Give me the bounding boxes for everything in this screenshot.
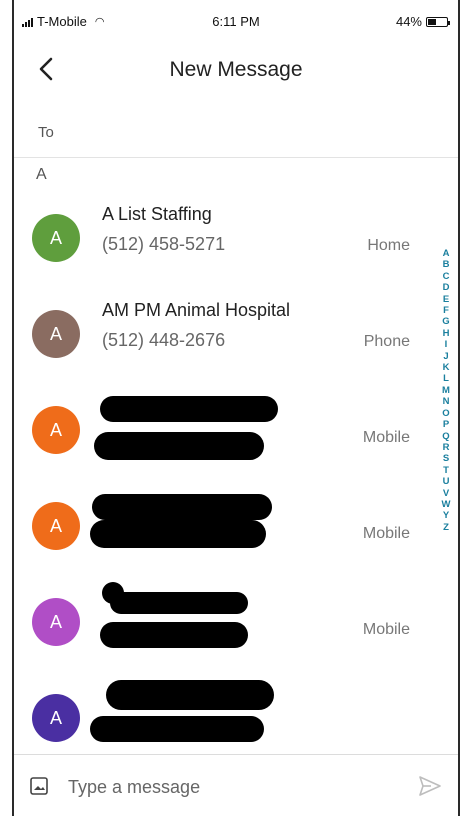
phone-screen: T-Mobile ◠ 6:11 PM 44% New Message To A …: [12, 0, 460, 816]
redaction-mark: [90, 716, 264, 742]
alphabet-index-letter[interactable]: Q: [442, 431, 449, 442]
status-time: 6:11 PM: [212, 14, 260, 29]
alphabet-index-letter[interactable]: D: [443, 282, 450, 293]
compose-bar: [14, 754, 458, 816]
page-title: New Message: [169, 58, 303, 81]
alphabet-index-letter[interactable]: T: [443, 465, 449, 476]
send-icon[interactable]: [418, 775, 442, 797]
redaction-mark: [106, 680, 274, 710]
redaction-mark: [92, 494, 272, 520]
alphabet-index[interactable]: ABCDEFGHIJKLMNOPQRSTUVWYZ: [438, 248, 454, 533]
gallery-icon[interactable]: [30, 777, 48, 795]
alphabet-index-letter[interactable]: S: [443, 453, 449, 464]
contact-item[interactable]: A Mobile: [14, 582, 458, 680]
redaction-mark: [90, 520, 266, 548]
alphabet-index-letter[interactable]: U: [443, 476, 450, 487]
recipient-field[interactable]: To: [14, 112, 458, 158]
alphabet-index-letter[interactable]: W: [442, 499, 451, 510]
battery-info: 44%: [395, 14, 450, 29]
alphabet-index-letter[interactable]: V: [443, 488, 449, 499]
alphabet-index-letter[interactable]: J: [443, 351, 448, 362]
contact-phone-type: Mobile: [362, 621, 410, 638]
battery-icon: [426, 16, 450, 27]
alphabet-index-letter[interactable]: B: [443, 259, 450, 270]
redaction-mark: [110, 592, 248, 614]
avatar: A: [32, 406, 80, 454]
alphabet-index-letter[interactable]: K: [443, 362, 450, 373]
alphabet-index-letter[interactable]: F: [443, 305, 449, 316]
avatar: A: [32, 598, 80, 646]
contact-name: A List Staffing: [102, 204, 212, 224]
avatar: A: [32, 502, 80, 550]
contact-name: AM PM Animal Hospital: [102, 300, 291, 320]
alphabet-index-letter[interactable]: I: [445, 339, 448, 350]
alphabet-index-letter[interactable]: H: [443, 328, 450, 339]
contact-item[interactable]: A A List Staffing (512) 458-5271 Home: [14, 200, 458, 296]
alphabet-index-letter[interactable]: M: [442, 385, 450, 396]
alphabet-index-letter[interactable]: R: [443, 442, 450, 453]
alphabet-index-letter[interactable]: O: [442, 408, 449, 419]
alphabet-index-letter[interactable]: E: [443, 294, 449, 305]
redaction-mark: [94, 432, 264, 460]
to-label: To: [38, 124, 54, 141]
avatar: A: [32, 310, 80, 358]
contact-phone-type: Phone: [363, 333, 410, 350]
avatar: A: [32, 694, 80, 742]
alphabet-index-letter[interactable]: Y: [443, 510, 449, 521]
section-header: A: [36, 166, 47, 183]
contact-item[interactable]: A AM PM Animal Hospital (512) 448-2676 P…: [14, 296, 458, 392]
contact-phone: (512) 448-2676: [102, 330, 226, 350]
battery-percent: 44%: [395, 14, 422, 29]
alphabet-index-letter[interactable]: A: [443, 248, 450, 259]
alphabet-index-letter[interactable]: N: [443, 396, 450, 407]
contact-phone: (512) 458-5271: [102, 234, 226, 254]
header: New Message: [14, 40, 458, 100]
alphabet-index-letter[interactable]: Z: [443, 522, 449, 533]
contact-item[interactable]: A Mobile: [14, 488, 458, 584]
contact-phone-type: Mobile: [362, 525, 410, 542]
message-input[interactable]: [68, 769, 388, 805]
alphabet-index-letter[interactable]: G: [442, 316, 449, 327]
redaction-mark: [100, 622, 248, 648]
alphabet-index-letter[interactable]: P: [443, 419, 449, 430]
redaction-mark: [100, 396, 278, 422]
alphabet-index-letter[interactable]: L: [443, 373, 449, 384]
contact-phone-type: Mobile: [362, 429, 410, 446]
avatar: A: [32, 214, 80, 262]
contact-item[interactable]: A Mobile: [14, 392, 458, 488]
status-bar: T-Mobile ◠ 6:11 PM 44%: [14, 0, 458, 40]
alphabet-index-letter[interactable]: C: [443, 271, 450, 282]
contact-phone-type: Home: [367, 237, 410, 254]
